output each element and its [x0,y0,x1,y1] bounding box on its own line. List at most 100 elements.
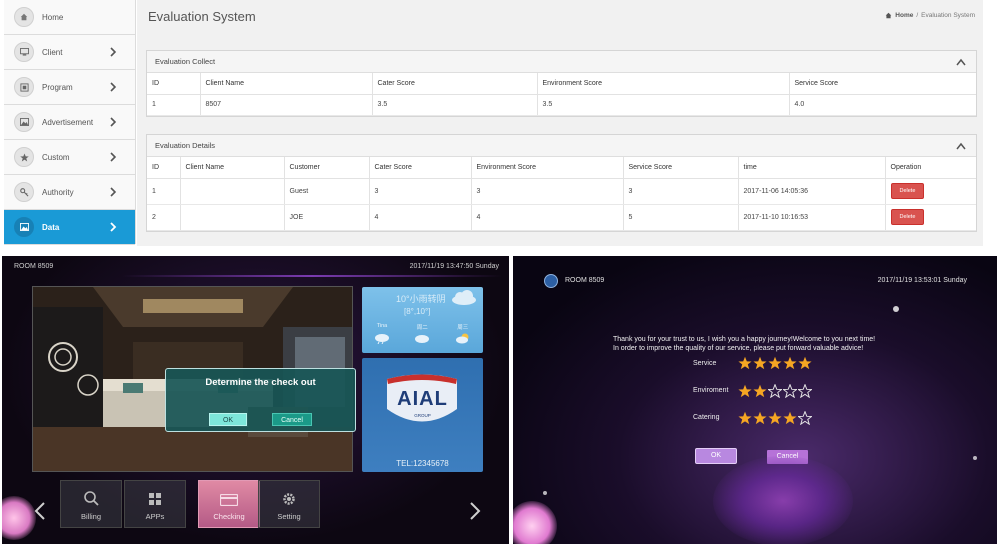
operation-cell: Delete [885,178,976,205]
weather-range: [8°,10°] [404,307,431,316]
sidebar-item-client[interactable]: Client [4,35,135,70]
tile-apps[interactable]: APPs [124,480,186,528]
star-filled-icon[interactable] [768,411,782,425]
rating-stars-catering[interactable] [738,411,812,425]
star-filled-icon[interactable] [738,384,752,398]
star-filled-icon[interactable] [783,356,797,370]
card-icon [220,494,238,506]
rating-stars-service[interactable] [738,356,812,370]
datetime: 2017/11/19 13:47:50 Sunday [409,263,499,270]
bokeh-light [513,501,557,544]
star-empty-icon[interactable] [798,384,812,398]
star-filled-icon[interactable] [753,384,767,398]
operation-cell: Delete [885,204,976,231]
sidebar-item-advertisement[interactable]: Advertisement [4,105,135,140]
home-icon [885,12,892,19]
column-header: Service Score [623,157,739,179]
panel-header: Evaluation Details [147,135,976,157]
table-row: 1 8507 3.5 3.5 4.0 [147,94,976,116]
sidebar-item-label: Authority [42,187,74,197]
breadcrumb-home[interactable]: Home [895,12,913,19]
star-filled-icon[interactable] [753,411,767,425]
home-icon [14,7,34,27]
star-filled-icon[interactable] [738,356,752,370]
weather-day: 周二 [416,325,428,331]
room-number: ROOM 8509 [14,263,54,270]
chevron-right-icon [110,47,117,57]
sparkle [893,306,899,312]
tile-checking[interactable]: Checking [198,480,260,528]
tile-billing[interactable]: Billing [60,480,122,528]
promo-widget[interactable]: AIAL GROUP TEL:12345678 [362,358,483,472]
picture-icon [14,217,34,237]
breadcrumb: Home / Evaluation System [885,12,975,19]
delete-button[interactable]: Delete [890,209,925,225]
breadcrumb-separator: / [916,12,919,19]
table-cell: 2 [147,204,181,231]
message-line: Thank you for your trust to us, I wish y… [613,336,876,343]
ok-button[interactable]: OK [209,413,247,426]
ok-button[interactable]: OK [695,448,737,464]
sidebar-item-label: Home [42,12,64,22]
table-cell: Guest [284,178,370,205]
tile-setting[interactable]: Setting [258,480,320,528]
cloud-icon [415,335,430,343]
table-cell: 1 [147,178,181,205]
admin-panel: Home Client Program Advertisement Custom… [0,0,1000,250]
tv-checkout-screen: ROOM 8509 2017/11/19 13:47:50 Sunday 10°… [2,256,509,544]
table-row: 2 JOE 4 4 5 2017-11-10 10:16:53 Delete [147,204,976,231]
page-header: Evaluation System Home / Evaluation Syst… [137,0,983,34]
star-empty-icon[interactable] [768,384,782,398]
weather-day: 周三 [457,325,469,331]
table-cell: JOE [284,204,370,231]
column-header: time [738,157,886,179]
bokeh-light [2,496,36,540]
tv-feedback-screen: ROOM 8509 2017/11/19 13:53:01 Sunday Tha… [513,256,997,544]
delete-button[interactable]: Delete [890,183,925,199]
promo-group: GROUP [414,413,431,418]
evaluation-collect-panel: Evaluation Collect ID Client Name Cater … [146,50,977,117]
star-empty-icon[interactable] [798,411,812,425]
star-filled-icon[interactable] [798,356,812,370]
sidebar-item-custom[interactable]: Custom [4,140,135,175]
table-cell: 8507 [200,94,373,116]
image-icon [14,112,34,132]
chevron-right-icon [110,152,117,162]
column-header: Service Score [789,73,976,95]
evaluation-details-panel: Evaluation Details ID Client Name Custom… [146,134,977,232]
breadcrumb-current: Evaluation System [921,12,975,19]
star-filled-icon[interactable] [738,411,752,425]
feedback-message: Thank you for your trust to us, I wish y… [613,335,875,353]
monitor-icon [14,42,34,62]
chevron-up-icon[interactable] [956,142,966,150]
star-icon [14,147,34,167]
column-header: Client Name [200,73,373,95]
sidebar-item-authority[interactable]: Authority [4,175,135,210]
cancel-button[interactable]: Cancel [272,413,312,426]
rain-cloud-icon [375,334,390,344]
star-filled-icon[interactable] [753,356,767,370]
star-filled-icon[interactable] [783,411,797,425]
glow-divider [122,275,502,277]
star-filled-icon[interactable] [768,356,782,370]
table-cell: 3 [623,178,739,205]
rating-stars-environment[interactable] [738,384,812,398]
table-cell: 4.0 [789,94,976,116]
chevron-right-icon [110,82,117,92]
grid-icon [148,493,161,505]
promo-tel: TEL:12345678 [396,459,449,468]
sidebar-item-home[interactable]: Home [4,0,135,35]
chevron-right-icon[interactable] [469,501,481,521]
star-empty-icon[interactable] [783,384,797,398]
chevron-right-icon [110,117,117,127]
sidebar-item-data[interactable]: Data [4,210,135,245]
table-cell: 3.5 [372,94,538,116]
sidebar: Home Client Program Advertisement Custom… [4,0,136,245]
sidebar-item-program[interactable]: Program [4,70,135,105]
sparkle [973,456,977,460]
chevron-up-icon[interactable] [956,58,966,66]
table-cell: 3.5 [537,94,790,116]
tile-label: Billing [80,512,101,521]
table-row: 1 Guest 3 3 3 2017-11-06 14:05:36 Delete [147,178,976,205]
film-icon [14,77,34,97]
